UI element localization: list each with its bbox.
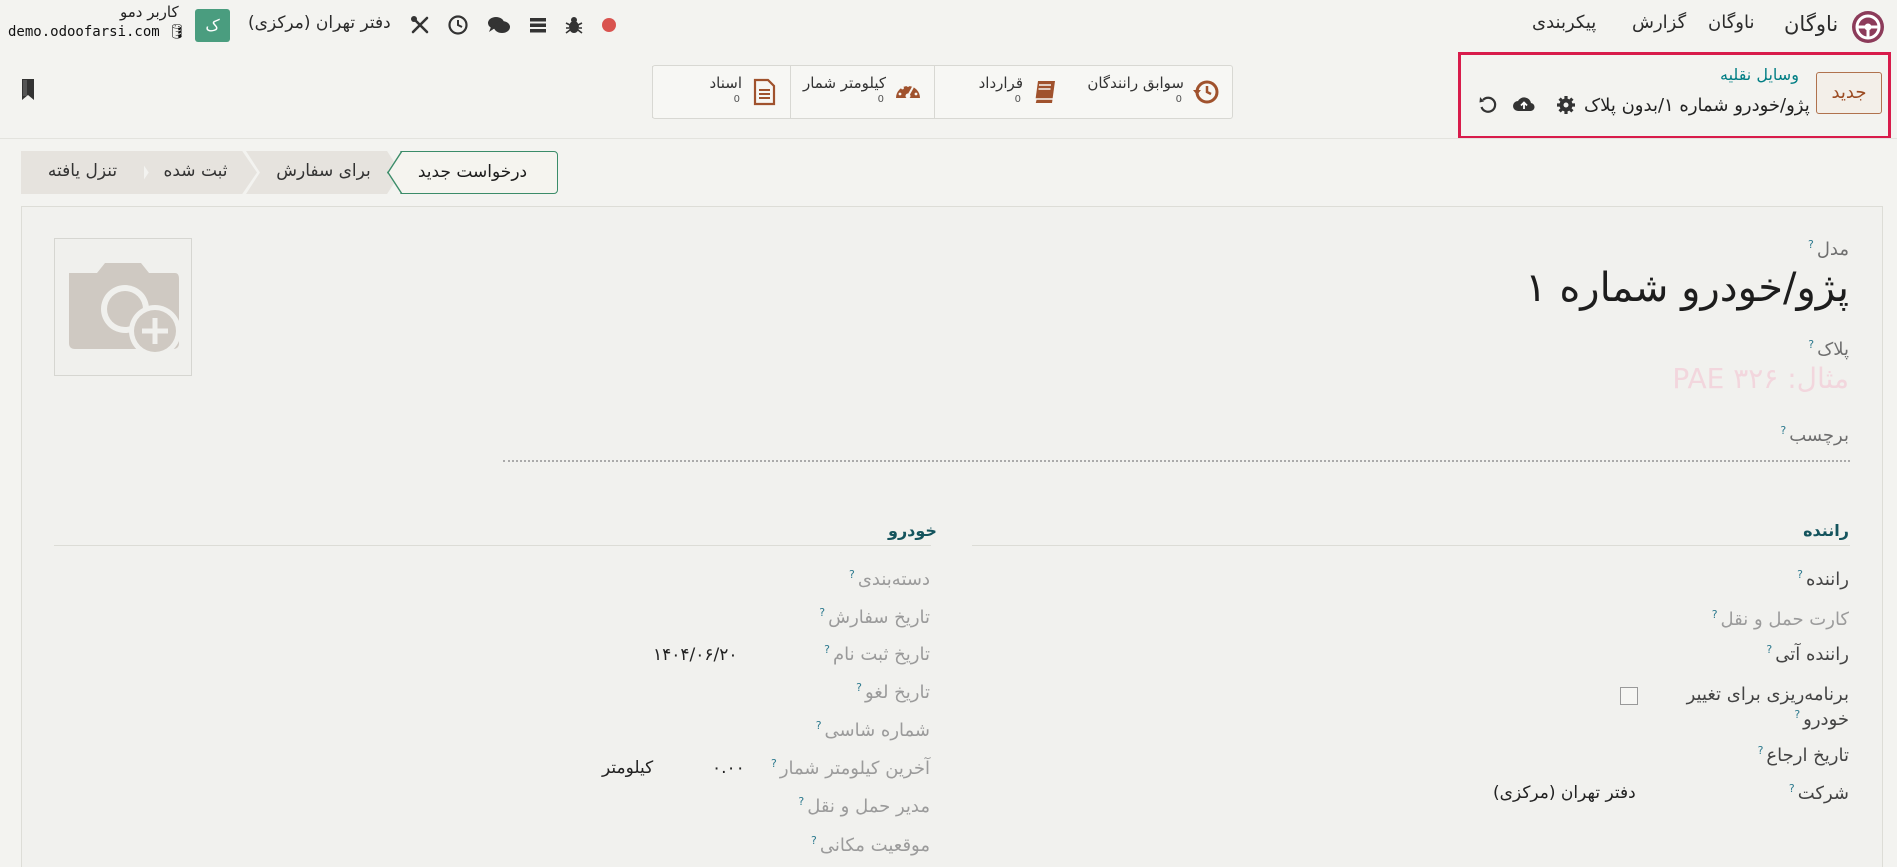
clock-icon[interactable] [447,14,469,36]
app-name[interactable]: ناوگان [1784,12,1838,36]
registration-date-label: تاریخ ثبت نام? [824,643,930,665]
list-icon[interactable] [527,14,549,36]
menu-configuration[interactable]: پیکربندی [1532,12,1596,33]
bookmark-icon[interactable] [20,78,38,102]
section-divider [54,545,931,546]
return-date-label: تاریخ ارجاع? [1757,744,1849,766]
documents-button[interactable]: اسناد 0 [652,66,790,118]
location-label: موقعیت مکانی? [811,834,930,856]
menu-reporting[interactable]: گزارش [1632,12,1686,33]
fleet-manager-label: مدیر حمل و نقل? [798,795,930,817]
section-divider [972,545,1850,546]
registration-date-field[interactable]: ۱۴۰۴/۰۶/۲۰ [653,645,738,665]
database-name: demo.odoofarsi.com 🛢 [8,24,186,40]
breadcrumb-vehicles[interactable]: وسایل نقلیه [1720,65,1799,84]
fleet-steering-wheel-icon[interactable] [1851,10,1885,44]
chat-icon[interactable] [487,14,511,36]
user-avatar[interactable]: ک [195,9,230,42]
menu-fleet[interactable]: ناوگان [1708,12,1754,33]
book-icon [1034,81,1055,104]
history-icon [1193,80,1219,104]
plan-change-label-line2: خودرو? [1794,708,1849,730]
stage-to-order[interactable]: برای سفارش [246,151,401,194]
order-date-label: تاریخ سفارش? [819,606,930,628]
category-label: دسته‌بندی? [848,568,930,590]
user-name[interactable]: کاربر دمو [120,3,179,21]
stat-label: سوابق رانندگان [1087,74,1184,92]
tag-input[interactable] [503,460,1850,462]
contract-button[interactable]: قرارداد 0 [934,66,1071,118]
plan-change-checkbox[interactable] [1620,687,1638,705]
company-field[interactable]: دفتر تهران (مرکزی) [1493,783,1636,803]
document-icon [753,78,776,106]
last-odometer-label: آخرین کیلومتر شمار? [771,757,930,779]
driver-label: راننده? [1797,568,1849,590]
odometer-unit-select[interactable]: کیلومتر [602,758,653,778]
stage-new-request[interactable]: درخواست جدید [387,151,558,194]
stage-registered[interactable]: ثبت شده [134,151,257,194]
driver-history-button[interactable]: سوابق رانندگان 0 [1071,66,1232,118]
active-stage-border [387,151,403,194]
tools-icon[interactable] [409,14,431,36]
driver-section-title: راننده [1803,521,1849,540]
stat-label: قرارداد [978,74,1023,92]
plate-label: پلاک? [1808,338,1849,360]
stat-value: 0 [877,94,884,105]
chassis-label: شماره شاسی? [815,719,930,741]
stage-demoted[interactable]: تنزل یافته [21,151,144,194]
gear-icon[interactable] [1555,94,1577,116]
odometer-value-field[interactable]: ۰.۰۰ [712,758,745,778]
record-dot-icon[interactable] [598,14,620,36]
company-switcher[interactable]: دفتر تهران (مرکزی) [248,13,391,33]
model-name-field[interactable]: پژو/خودرو شماره ۱ [1525,265,1849,311]
camera-add-icon [69,263,181,357]
smart-button-box: سوابق رانندگان 0 قرارداد 0 کیلومتر شمار … [652,65,1233,119]
stat-label: کیلومتر شمار [802,74,886,92]
plate-input[interactable]: مثال: PAE ۳۲۶ [1672,362,1849,395]
company-label: شرکت? [1788,782,1849,804]
vehicle-section-title: خودرو [888,521,937,540]
header-divider [0,138,1897,139]
stat-value: 0 [733,94,740,105]
stat-value: 0 [1014,94,1021,105]
new-button[interactable]: جدید [1816,72,1882,114]
discard-undo-icon[interactable] [1477,94,1499,116]
plan-change-label: برنامه‌ریزی برای تغییر [1686,684,1849,705]
breadcrumb-current-record: پژو/خودرو شماره ۱/بدون پلاک [1584,95,1810,116]
tag-label: برچسب? [1780,424,1849,446]
model-label: مدل? [1807,238,1849,260]
transport-card-label: کارت حمل و نقل? [1711,608,1849,630]
dashboard-icon [896,84,920,99]
future-driver-label: راننده آتی? [1766,643,1849,665]
stat-label: اسناد [709,74,742,92]
vehicle-image-field[interactable] [54,238,192,376]
stat-value: 0 [1175,94,1182,105]
top-navbar: ناوگان ناوگان گزارش پیکربندی دفتر تهران … [0,0,1897,50]
bug-icon[interactable] [563,14,585,36]
database-icon: 🛢 [168,24,186,40]
cancel-date-label: تاریخ لغو? [856,681,930,703]
odometer-button[interactable]: کیلومتر شمار 0 [790,66,934,118]
save-cloud-icon[interactable] [1512,94,1536,116]
